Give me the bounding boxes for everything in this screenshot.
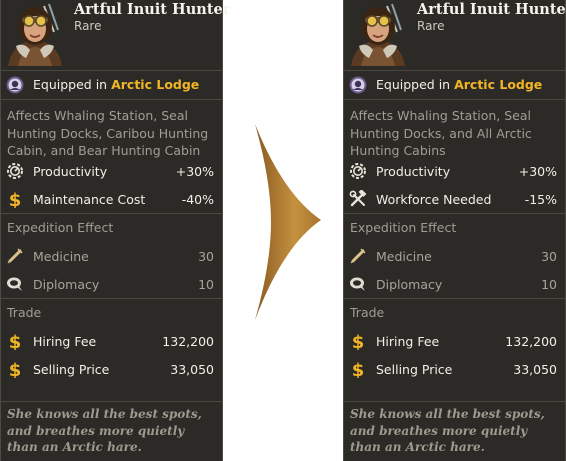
card-title: Artful Inuit Hunter [74,1,231,18]
trade-value: 132,200 [162,334,214,349]
arrow-right-icon [255,124,321,320]
trade-label: Selling Price [376,362,453,377]
expedition-medicine: Medicine 30 [1,242,222,270]
section-title: Trade [7,305,42,320]
stat-value: +30% [518,164,557,179]
item-card-after: Artful Inuit Hunter Rare Equipped in Arc… [343,0,566,461]
equipped-prefix: Equipped in [33,77,108,92]
rarity-label: Rare [417,19,445,33]
stat-value: +30% [175,164,214,179]
stat-productivity: Productivity +30% [1,157,222,185]
affects-description: Affects Whaling Station, Seal Hunting Do… [350,108,532,158]
lodge-icon [349,76,367,94]
section-title: Expedition Effect [7,220,114,235]
dollar-icon: $ [352,360,365,378]
equipped-text: Equipped in Arctic Lodge [33,77,199,92]
svg-text:$: $ [9,332,22,350]
trade-selling-price: $ Selling Price 33,050 [344,355,565,383]
stat-maintenance-cost: $ Maintenance Cost -40% [1,185,222,213]
section-title: Expedition Effect [350,220,457,235]
flavor-quote: She knows all the best spots, and breath… [1,401,222,461]
svg-text:$: $ [352,360,365,378]
trade-label: Hiring Fee [33,334,97,349]
trade-value: 132,200 [505,334,557,349]
svg-text:$: $ [9,190,22,208]
hunter-portrait [8,3,62,66]
trade-selling-price: $ Selling Price 33,050 [1,355,222,383]
equipped-building-link[interactable]: Arctic Lodge [111,77,199,92]
dollar-icon: $ [9,332,22,350]
rarity-label: Rare [74,19,102,33]
equipped-building-link[interactable]: Arctic Lodge [454,77,542,92]
card-header: Artful Inuit Hunter Rare [344,0,566,71]
expedition-value: 30 [198,249,214,264]
syringe-icon [7,248,23,264]
expedition-value: 30 [541,249,557,264]
trade-value: 33,050 [513,362,557,377]
expedition-diplomacy: Diplomacy 10 [1,270,222,298]
equipped-row: Equipped in Arctic Lodge [344,71,565,100]
dollar-icon: $ [9,360,22,378]
expedition-label: Diplomacy [376,277,443,292]
expedition-label: Medicine [376,249,432,264]
equipped-text: Equipped in Arctic Lodge [376,77,542,92]
stat-label: Maintenance Cost [33,192,146,207]
card-header: Artful Inuit Hunter Rare [1,0,230,71]
card-title: Artful Inuit Hunter [417,1,566,18]
gear-icon [350,163,366,179]
svg-text:$: $ [9,360,22,378]
trade-hiring-fee: $ Hiring Fee 132,200 [344,327,565,355]
trade-label: Hiring Fee [376,334,440,349]
trade-hiring-fee: $ Hiring Fee 132,200 [1,327,222,355]
expedition-label: Medicine [33,249,89,264]
speech-bubble-icon [7,277,22,291]
stat-value: -15% [524,192,557,207]
hammer-wrench-icon [349,190,367,207]
expedition-diplomacy: Diplomacy 10 [344,270,565,298]
dollar-icon: $ [352,332,365,350]
hunter-portrait [351,3,405,66]
affects-description: Affects Whaling Station, Seal Hunting Do… [7,108,209,158]
svg-text:$: $ [352,332,365,350]
lodge-icon [6,76,24,94]
syringe-icon [350,248,366,264]
speech-bubble-icon [350,277,365,291]
stat-value: -40% [181,192,214,207]
expedition-value: 10 [198,277,214,292]
stat-label: Workforce Needed [376,192,492,207]
dollar-icon: $ [9,190,22,208]
expedition-section-header: Expedition Effect [344,213,565,242]
expedition-medicine: Medicine 30 [344,242,565,270]
trade-label: Selling Price [33,362,110,377]
gear-icon [7,163,23,179]
expedition-section-header: Expedition Effect [1,213,222,242]
item-card-before: Artful Inuit Hunter Rare Equipped in Arc… [0,0,230,461]
expedition-value: 10 [541,277,557,292]
stat-workforce-needed: Workforce Needed -15% [344,185,565,213]
section-title: Trade [350,305,385,320]
trade-value: 33,050 [170,362,214,377]
flavor-quote: She knows all the best spots, and breath… [344,401,565,461]
equipped-row: Equipped in Arctic Lodge [1,71,222,100]
equipped-prefix: Equipped in [376,77,451,92]
trade-section-header: Trade [344,298,565,327]
expedition-label: Diplomacy [33,277,100,292]
stat-label: Productivity [33,164,108,179]
stat-productivity: Productivity +30% [344,157,565,185]
stat-label: Productivity [376,164,451,179]
trade-section-header: Trade [1,298,222,327]
